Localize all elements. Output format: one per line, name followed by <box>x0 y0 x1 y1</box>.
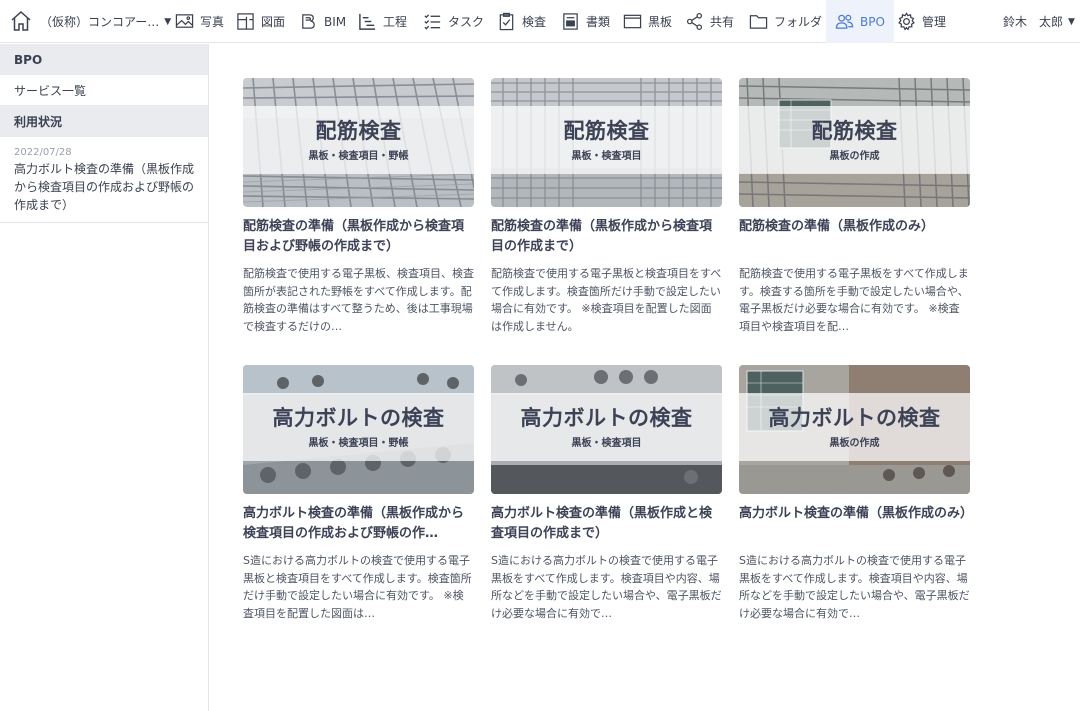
gear-icon <box>898 12 915 31</box>
usage-date: 2022/07/28 <box>14 147 72 158</box>
nav-bpo[interactable]: BPO <box>826 0 894 43</box>
banner-subtitle: 黒板・検査項目 <box>571 151 642 162</box>
nav-share-label: 共有 <box>710 15 735 29</box>
service-card[interactable]: 配筋検査 黒板・検査項目 配筋検査の準備（黒板作成から検査項目の作成まで） 配筋… <box>491 78 722 336</box>
card-description: 配筋検査で使用する電子黒板と検査項目をすべて作成します。検査箇所だけ手動で設定し… <box>491 267 722 333</box>
card-thumbnail: 配筋検査 黒板の作成 <box>739 78 970 207</box>
nav-documents-label: 書類 <box>586 15 611 29</box>
nav-drawing-label: 図面 <box>261 15 286 29</box>
people-icon <box>835 14 854 29</box>
card-thumbnail: 高力ボルトの検査 黒板・検査項目・野帳 <box>243 365 474 494</box>
user-name: 鈴木 太郎 <box>1003 15 1064 29</box>
card-title[interactable]: 高力ボルト検査の準備（黒板作成と検査項目の作成まで） <box>491 504 722 544</box>
sidebar-heading-bpo: BPO <box>0 44 208 75</box>
nav-photo[interactable]: 写真 <box>175 0 224 43</box>
top-nav: （仮称）コンコアー… ▼ 写真 図面 BIM 工程 タスク 検査 書類 黒板 共… <box>0 0 1080 43</box>
banner-subtitle: 黒板の作成 <box>829 151 880 162</box>
sidebar-heading-usage: 利用状況 <box>0 106 208 137</box>
task-list-icon <box>424 14 441 30</box>
card-description: S造における高力ボルトの検査で使用する電子黒板をすべて作成します。検査項目や内容… <box>491 554 722 620</box>
nav-bim[interactable]: BIM <box>299 0 346 43</box>
banner-title: 配筋検査 <box>811 119 898 143</box>
nav-task-label: タスク <box>448 15 485 29</box>
blackboard-icon <box>623 14 642 29</box>
nav-blackboard-label: 黒板 <box>648 15 673 29</box>
share-icon <box>686 12 703 31</box>
nav-documents[interactable]: 書類 <box>561 0 610 43</box>
project-selector[interactable]: （仮称）コンコアー… ▼ <box>40 0 171 43</box>
card-title[interactable]: 高力ボルト検査の準備（黒板作成のみ） <box>739 504 970 544</box>
banner-title: 配筋検査 <box>315 119 402 143</box>
card-thumbnail: 高力ボルトの検査 黒板・検査項目 <box>491 365 722 494</box>
card-title[interactable]: 配筋検査の準備（黒板作成から検査項目の作成まで） <box>491 217 722 257</box>
nav-schedule[interactable]: 工程 <box>358 0 407 43</box>
sidebar-item-service-list[interactable]: サービス一覧 <box>0 75 208 106</box>
home-icon[interactable] <box>9 9 33 33</box>
nav-inspection[interactable]: 検査 <box>497 0 546 43</box>
card-description: 配筋検査で使用する電子黒板をすべて作成します。検査する箇所を手動で設定したい場合… <box>739 267 969 333</box>
chevron-down-icon: ▼ <box>164 16 172 27</box>
chevron-down-icon: ▼ <box>1068 16 1075 27</box>
thumbnail-banner: 配筋検査 黒板・検査項目 <box>491 106 722 174</box>
card-title[interactable]: 高力ボルト検査の準備（黒板作成から検査項目の作成および野帳の作… <box>243 504 474 544</box>
thumbnail-banner: 高力ボルトの検査 黒板の作成 <box>739 393 970 461</box>
card-thumbnail: 配筋検査 黒板・検査項目・野帳 <box>243 78 474 207</box>
nav-bpo-label: BPO <box>860 14 885 29</box>
document-icon <box>563 13 578 30</box>
nav-blackboard[interactable]: 黒板 <box>623 0 672 43</box>
thumbnail-banner: 高力ボルトの検査 黒板・検査項目・野帳 <box>243 393 474 461</box>
service-card[interactable]: 高力ボルトの検査 黒板の作成 高力ボルト検査の準備（黒板作成のみ） S造における… <box>739 365 970 623</box>
nav-bim-label: BIM <box>324 14 347 29</box>
service-card[interactable]: 配筋検査 黒板の作成 配筋検査の準備（黒板作成のみ） 配筋検査で使用する電子黒板… <box>739 78 970 336</box>
usage-title: 高力ボルト検査の準備（黒板作成から検査項目の作成および野帳の作成まで） <box>14 162 195 212</box>
nav-share[interactable]: 共有 <box>685 0 734 43</box>
project-name: （仮称）コンコアー… <box>40 15 160 29</box>
thumbnail-banner: 配筋検査 黒板・検査項目・野帳 <box>243 106 474 174</box>
sidebar: BPO サービス一覧 利用状況 2022/07/28 高力ボルト検査の準備（黒板… <box>0 44 209 711</box>
banner-title: 高力ボルトの検査 <box>272 406 445 430</box>
nav-task[interactable]: タスク <box>423 0 484 43</box>
photo-icon <box>175 14 194 28</box>
folder-icon <box>749 15 768 29</box>
bim-icon <box>302 14 315 29</box>
gantt-icon <box>359 13 376 30</box>
service-card[interactable]: 配筋検査 黒板・検査項目・野帳 配筋検査の準備（黒板作成から検査項目および野帳の… <box>243 78 474 336</box>
card-description: S造における高力ボルトの検査で使用する電子黒板と検査項目をすべて作成します。検査… <box>243 554 472 620</box>
card-description: S造における高力ボルトの検査で使用する電子黒板をすべて作成します。検査項目や内容… <box>739 554 970 620</box>
card-title[interactable]: 配筋検査の準備（黒板作成から検査項目および野帳の作成まで） <box>243 217 474 257</box>
banner-subtitle: 黒板・検査項目・野帳 <box>308 151 409 162</box>
nav-folder-label: フォルダ <box>774 15 823 29</box>
thumbnail-banner: 配筋検査 黒板の作成 <box>739 106 970 174</box>
nav-drawing[interactable]: 図面 <box>236 0 285 43</box>
thumbnail-banner: 高力ボルトの検査 黒板・検査項目 <box>491 393 722 461</box>
banner-subtitle: 黒板・検査項目 <box>571 438 642 449</box>
checklist-icon <box>499 12 514 31</box>
service-card[interactable]: 高力ボルトの検査 黒板・検査項目 高力ボルト検査の準備（黒板作成と検査項目の作成… <box>491 365 722 623</box>
card-title[interactable]: 配筋検査の準備（黒板作成のみ） <box>739 217 970 257</box>
nav-admin-label: 管理 <box>922 15 947 29</box>
service-card[interactable]: 高力ボルトの検査 黒板・検査項目・野帳 高力ボルト検査の準備（黒板作成から検査項… <box>243 365 474 623</box>
card-thumbnail: 配筋検査 黒板・検査項目 <box>491 78 722 207</box>
nav-admin[interactable]: 管理 <box>897 0 946 43</box>
banner-subtitle: 黒板・検査項目・野帳 <box>308 438 409 449</box>
banner-title: 配筋検査 <box>563 119 650 143</box>
nav-folder[interactable]: フォルダ <box>749 0 822 43</box>
user-menu[interactable]: 鈴木 太郎 ▼ <box>1003 0 1075 43</box>
card-description: 配筋検査で使用する電子黒板、検査項目、検査箇所が表記された野帳をすべて作成します… <box>243 267 474 333</box>
banner-title: 高力ボルトの検査 <box>520 406 693 430</box>
usage-item[interactable]: 2022/07/28 高力ボルト検査の準備（黒板作成から検査項目の作成および野帳… <box>0 137 208 223</box>
card-thumbnail: 高力ボルトの検査 黒板の作成 <box>739 365 970 494</box>
drawing-icon <box>237 13 254 30</box>
nav-photo-label: 写真 <box>200 15 225 29</box>
nav-schedule-label: 工程 <box>383 15 408 29</box>
banner-title: 高力ボルトの検査 <box>768 406 941 430</box>
banner-subtitle: 黒板の作成 <box>829 438 880 449</box>
nav-inspection-label: 検査 <box>522 15 547 29</box>
